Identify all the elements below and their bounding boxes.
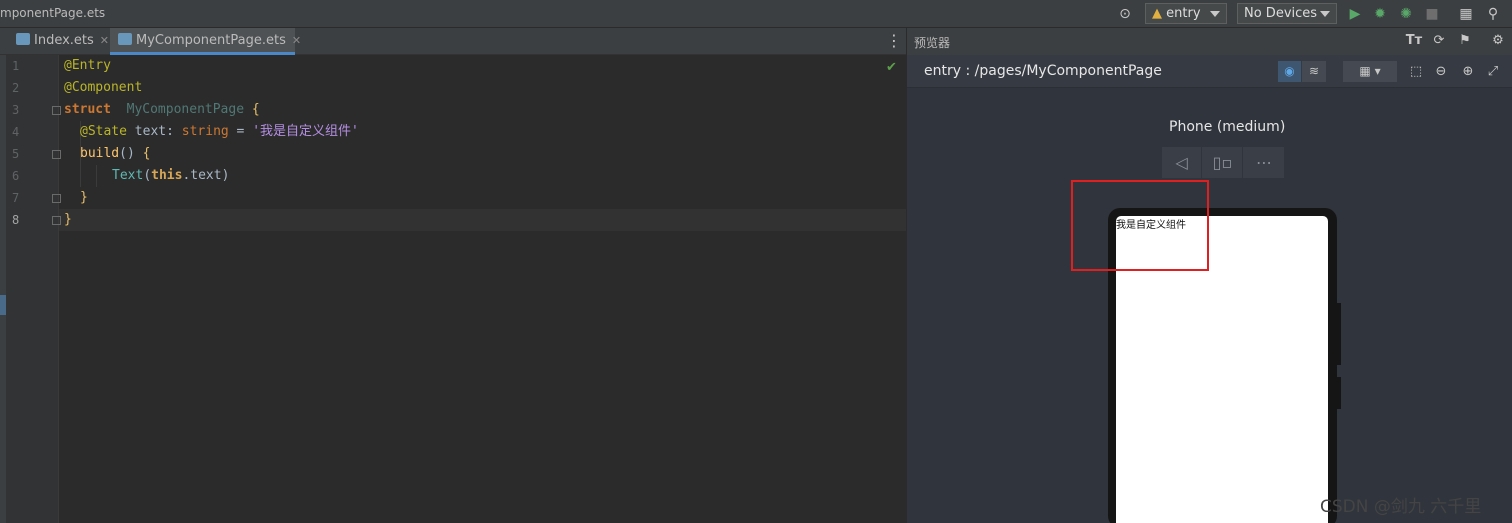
line-number: 1 [12, 59, 20, 73]
title-bar: mponentPage.ets ⊙ ▲ entry No Devices ▶ ✹… [0, 0, 1512, 28]
stop-icon[interactable]: ■ [1423, 5, 1441, 23]
chevron-down-icon [1320, 11, 1330, 17]
code-line-4: @State text: string = '我是自定义组件' [80, 124, 359, 139]
fold-icon[interactable] [52, 216, 61, 225]
close-icon[interactable]: ✕ [292, 34, 301, 47]
current-line-highlight [59, 209, 906, 231]
attach-debug-icon[interactable]: ✺ [1397, 5, 1415, 23]
file-icon [16, 33, 30, 45]
tab-label: Index.ets [34, 33, 94, 48]
refresh-icon[interactable]: ⟳ [1430, 32, 1448, 50]
run-icon[interactable]: ▶ [1346, 5, 1364, 23]
annotation-highlight-box [1071, 180, 1209, 271]
editor-tab-bar: Index.ets ✕ MyComponentPage.ets ✕ [0, 28, 906, 55]
multi-device-select[interactable]: ▦ ▾ [1343, 61, 1397, 82]
zoom-out-icon[interactable]: ⊖ [1432, 63, 1450, 81]
tab-label: MyComponentPage.ets [136, 33, 286, 48]
device-label: No Devices [1244, 6, 1318, 21]
module-icon: ▲ [1152, 6, 1162, 21]
debug-icon[interactable]: ✹ [1371, 5, 1389, 23]
grid-icon: ▦ [1359, 64, 1371, 78]
gear-icon[interactable]: ⚙ [1489, 32, 1507, 50]
code-line-3: struct MyComponentPage { [64, 102, 260, 117]
inspector-eye-icon[interactable]: ◉ [1278, 61, 1301, 82]
line-number: 2 [12, 81, 20, 95]
volume-button [1337, 377, 1341, 409]
rotate-icon[interactable]: ▯▫ [1203, 147, 1243, 178]
tab-index[interactable]: Index.ets ✕ [8, 28, 109, 55]
code-line-2: @Component [64, 80, 143, 95]
fold-icon[interactable] [52, 194, 61, 203]
previewer-panel: entry : /pages/MyComponentPage ◉ ≋ ▦ ▾ ⬚… [906, 55, 1512, 523]
zoom-in-icon[interactable]: ⊕ [1459, 63, 1477, 81]
device-select[interactable]: No Devices [1237, 3, 1337, 24]
tab-mycomponentpage[interactable]: MyComponentPage.ets ✕ [110, 28, 301, 55]
watermark: CSDN @剑九 六千里 [1320, 497, 1482, 517]
code-line-8: } [64, 212, 72, 227]
previewer-header: 预览器 Tт ⟳ ⚑ ⚙ [906, 28, 1512, 55]
code-line-6: Text(this.text) [112, 168, 230, 183]
file-icon [118, 33, 132, 45]
fold-icon[interactable] [52, 150, 61, 159]
line-number: 8 [12, 213, 20, 227]
run-config-select[interactable]: ▲ entry [1145, 3, 1227, 24]
line-number: 4 [12, 125, 20, 139]
back-icon[interactable]: ◁ [1162, 147, 1202, 178]
chevron-down-icon: ▾ [1374, 64, 1381, 78]
code-line-7: } [80, 190, 88, 205]
code-line-5: build() { [80, 146, 151, 161]
device-name-label: Phone (medium) [1169, 119, 1286, 135]
chevron-down-icon [1210, 11, 1220, 17]
inspection-ok-icon[interactable]: ✔ [886, 60, 897, 75]
route-bar: entry : /pages/MyComponentPage ◉ ≋ ▦ ▾ ⬚… [907, 55, 1512, 88]
power-button [1337, 303, 1341, 365]
indent-guide [96, 165, 97, 187]
window-title: mponentPage.ets [0, 6, 106, 20]
more-icon[interactable]: ⋯ [1244, 147, 1284, 178]
previewer-title: 预览器 [914, 36, 951, 50]
more-options-icon[interactable]: ⋮ [886, 32, 902, 52]
line-number: 5 [12, 147, 20, 161]
fit-icon[interactable]: ⬚ [1407, 63, 1425, 81]
search-icon[interactable]: ⚲ [1484, 5, 1502, 23]
line-number: 3 [12, 103, 20, 117]
device-toolbar: ◁ ▯▫ ⋯ [1162, 147, 1284, 178]
code-line-1: @Entry [64, 58, 111, 73]
line-number: 6 [12, 169, 20, 183]
pin-icon[interactable]: ⚑ [1456, 32, 1474, 50]
close-icon[interactable]: ✕ [100, 34, 109, 47]
line-number: 7 [12, 191, 20, 205]
project-structure-icon[interactable]: ▦ [1457, 5, 1475, 23]
run-config-label: entry [1166, 6, 1201, 21]
fold-icon[interactable] [52, 106, 61, 115]
page-route: entry : /pages/MyComponentPage [924, 63, 1162, 79]
font-size-icon[interactable]: Tт [1405, 32, 1423, 50]
expand-icon[interactable]: ⤢ [1484, 63, 1502, 81]
layers-icon[interactable]: ≋ [1302, 61, 1326, 82]
target-icon[interactable]: ⊙ [1116, 5, 1134, 23]
